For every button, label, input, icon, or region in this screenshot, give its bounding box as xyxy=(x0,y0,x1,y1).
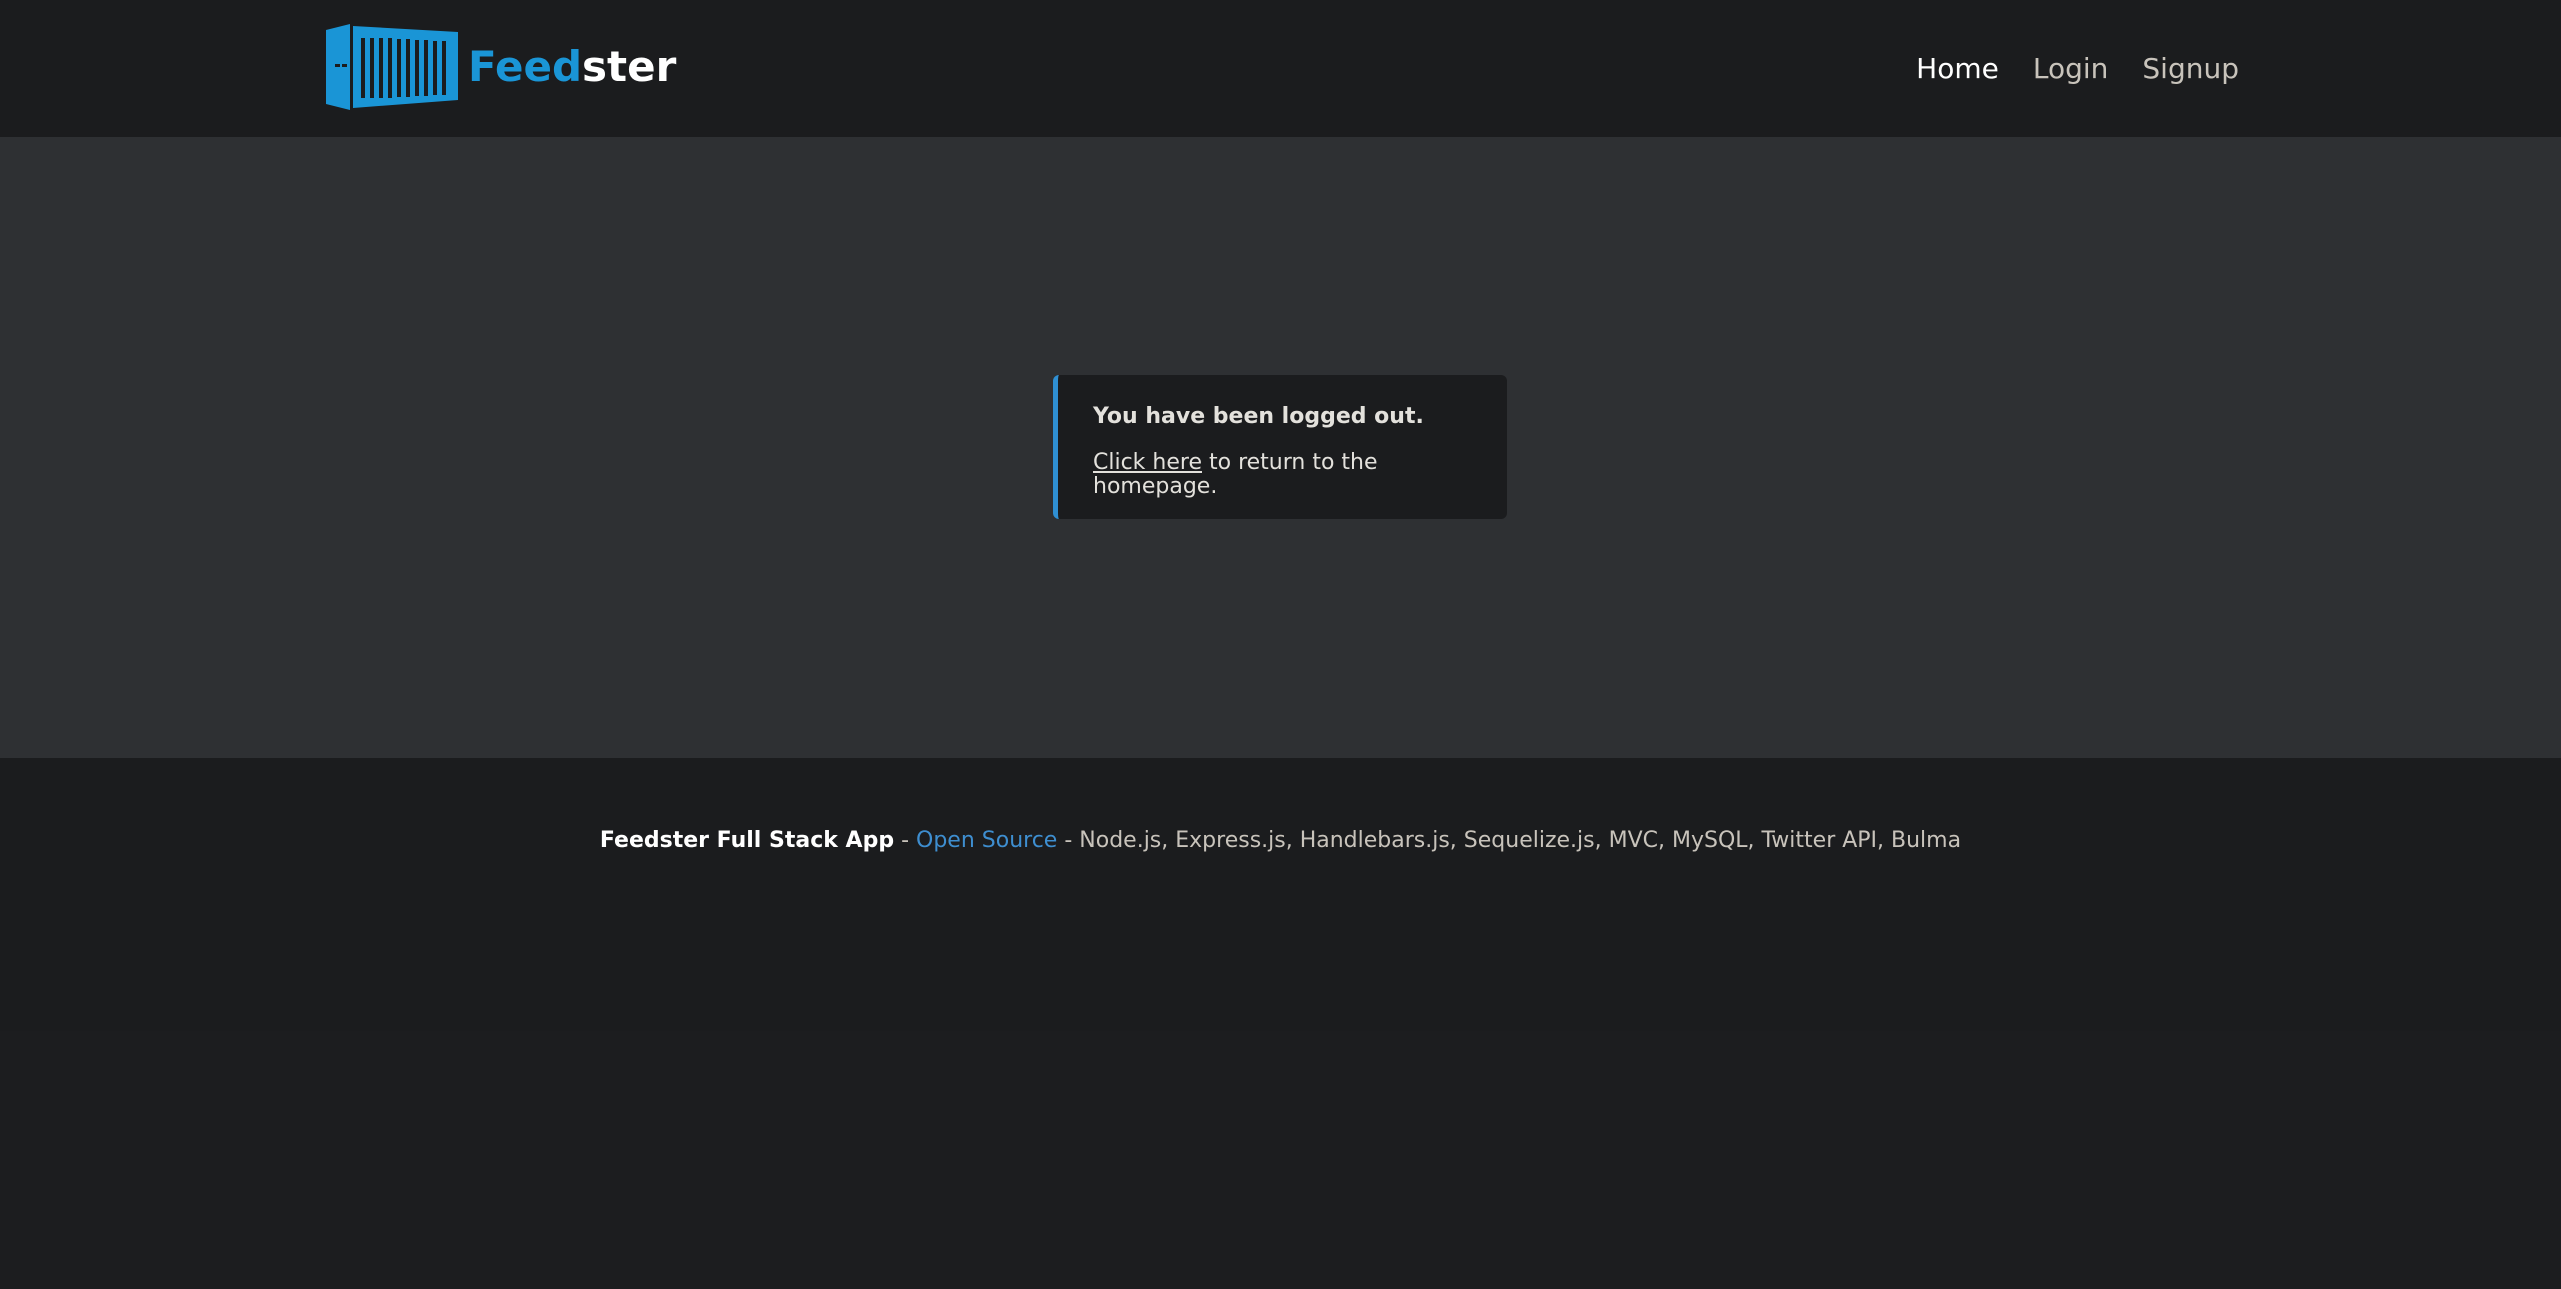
logout-notice: You have been logged out. Click here to … xyxy=(1053,375,1507,519)
notice-body: Click here to return to the homepage. xyxy=(1093,451,1507,499)
footer-app-name: Feedster Full Stack App xyxy=(599,828,895,853)
nav-signup[interactable]: Signup xyxy=(2142,52,2239,85)
footer-separator: - xyxy=(894,828,917,853)
footer: Feedster Full Stack App - Open Source - … xyxy=(0,758,2561,1031)
nav-login[interactable]: Login xyxy=(2033,52,2109,85)
shipping-container-icon xyxy=(326,24,458,110)
brand-logo-link[interactable]: Feedster xyxy=(326,24,676,110)
page-bottom-area xyxy=(0,1031,2561,1289)
brand-name-ster: ster xyxy=(582,42,677,91)
footer-separator: - xyxy=(1057,828,1080,853)
brand-name-feed: Feed xyxy=(468,42,583,91)
footer-text: Feedster Full Stack App - Open Source - … xyxy=(0,828,2561,853)
homepage-link[interactable]: Click here xyxy=(1093,450,1202,475)
nav-home[interactable]: Home xyxy=(1916,52,1999,85)
notice-title: You have been logged out. xyxy=(1093,404,1424,429)
open-source-link[interactable]: Open Source xyxy=(916,828,1057,853)
footer-tech-stack: Node.js, Express.js, Handlebars.js, Sequ… xyxy=(1079,828,1962,853)
navbar: Feedster Home Login Signup xyxy=(0,0,2561,137)
main-section: You have been logged out. Click here to … xyxy=(0,137,2561,758)
brand-name: Feedster xyxy=(468,46,676,88)
nav-menu: Home Login Signup xyxy=(1916,0,2239,137)
